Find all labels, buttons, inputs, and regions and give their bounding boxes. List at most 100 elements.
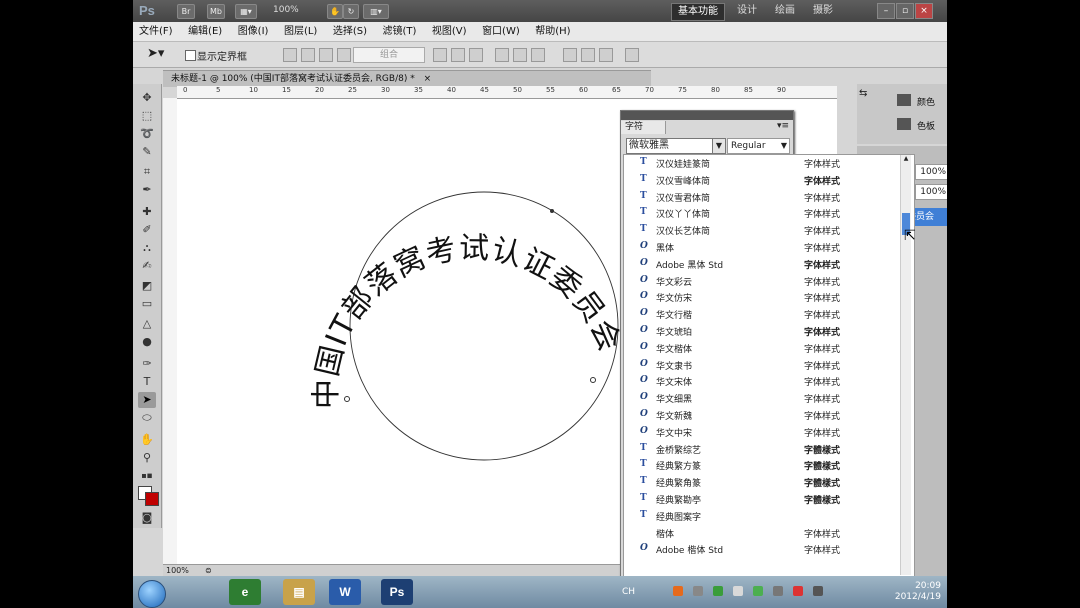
font-list-item[interactable]: O 华文行楷 字体样式 xyxy=(624,308,894,324)
tray-icon[interactable] xyxy=(713,586,723,596)
path-selection-tool-icon[interactable]: ➤ xyxy=(138,392,156,408)
path-anchor[interactable] xyxy=(550,209,554,213)
dodge-tool-icon[interactable]: ● xyxy=(138,334,156,350)
font-list-item[interactable]: O 华文隶书 字体样式 xyxy=(624,359,894,375)
font-list-item[interactable]: O 华文彩云 字体样式 xyxy=(624,275,894,291)
align-icon[interactable] xyxy=(301,48,315,62)
mini-bridge-button[interactable]: Mb xyxy=(207,4,225,19)
show-bounds-checkbox[interactable] xyxy=(185,50,196,61)
color-panel-label[interactable]: 颜色 xyxy=(917,95,935,108)
color-panel-icon[interactable] xyxy=(897,94,911,106)
font-list-item[interactable]: O 华文楷体 字体样式 xyxy=(624,342,894,358)
font-list-item[interactable]: O 华文新魏 字体样式 xyxy=(624,409,894,425)
eraser-tool-icon[interactable]: ◩ xyxy=(138,278,156,294)
font-style-select[interactable]: Regular ▼ xyxy=(727,138,790,154)
background-color-swatch[interactable] xyxy=(145,492,159,506)
vertical-ruler[interactable] xyxy=(163,98,178,564)
font-list-item[interactable]: O 华文细黑 字体样式 xyxy=(624,392,894,408)
curved-text[interactable]: 中国IT部落窝考试认证委员会 xyxy=(309,231,627,409)
align-bottom-icon[interactable] xyxy=(531,48,545,62)
distribute-icon[interactable] xyxy=(563,48,577,62)
menu-window[interactable]: 窗口(W) xyxy=(476,22,526,41)
font-list-item[interactable]: O Adobe 楷体 Std 字体样式 xyxy=(624,543,894,559)
font-list-scrollbar[interactable]: ▲ xyxy=(900,155,911,575)
menu-select[interactable]: 选择(S) xyxy=(327,22,373,41)
chevron-down-icon[interactable]: ▼ xyxy=(712,139,725,153)
healing-brush-tool-icon[interactable]: ✚ xyxy=(138,204,156,220)
panel-menu-icon[interactable]: ▾≡ xyxy=(777,121,789,131)
font-list-item[interactable]: O 华文中宋 字体样式 xyxy=(624,426,894,442)
font-list-item[interactable]: T 经典图案字 xyxy=(624,510,894,526)
move-tool-icon[interactable]: ✥ xyxy=(138,90,156,106)
history-brush-tool-icon[interactable]: ✍ xyxy=(138,258,156,274)
blur-tool-icon[interactable]: △ xyxy=(138,316,156,332)
align-top-icon[interactable] xyxy=(495,48,509,62)
move-tool-preset-icon[interactable]: ➤▾ xyxy=(147,46,164,61)
font-list-item[interactable]: T 汉仪雪君体简 字体样式 xyxy=(624,191,894,207)
font-list-item[interactable]: T 汉仪娃娃篆简 字体样式 xyxy=(624,157,894,173)
swatches-panel-icon[interactable] xyxy=(897,118,911,130)
maximize-icon[interactable]: ▫ xyxy=(896,3,914,19)
input-method-icon[interactable] xyxy=(673,586,683,596)
align-left-icon[interactable] xyxy=(433,48,447,62)
menu-edit[interactable]: 编辑(E) xyxy=(182,22,228,41)
tray-icon[interactable] xyxy=(793,586,803,596)
font-list-item[interactable]: O 黑体 字体样式 xyxy=(624,241,894,257)
zoom-level[interactable]: 100% xyxy=(273,5,299,15)
align-middle-icon[interactable] xyxy=(513,48,527,62)
font-list-item[interactable]: O 华文仿宋 字体样式 xyxy=(624,291,894,307)
path-anchor[interactable] xyxy=(344,396,350,402)
opacity-field[interactable]: 100% xyxy=(915,164,947,180)
rotate-view-button[interactable]: ↻ xyxy=(343,4,359,19)
clock[interactable]: 20:09 2012/4/19 xyxy=(895,581,941,603)
eyedropper-tool-icon[interactable]: ✒ xyxy=(138,182,156,198)
workspace-design[interactable]: 设计 xyxy=(731,3,763,19)
path-anchor[interactable] xyxy=(590,377,596,383)
explorer-taskbar-button[interactable]: ▤ xyxy=(283,579,315,605)
language-indicator[interactable]: CH xyxy=(622,587,635,597)
marquee-tool-icon[interactable]: ⬚ xyxy=(138,108,156,124)
workspace-essentials[interactable]: 基本功能 xyxy=(671,3,725,21)
horizontal-ruler[interactable]: 0 5 10 15 20 25 30 35 40 45 50 55 60 65 70 75 80 85 90 xyxy=(177,86,837,99)
arrange-documents-button[interactable]: ▥▾ xyxy=(363,4,389,19)
ie-taskbar-button[interactable]: e xyxy=(229,579,261,605)
align-icon[interactable] xyxy=(283,48,297,62)
font-list-item[interactable]: O Adobe 黑体 Std 字体样式 xyxy=(624,258,894,274)
menu-view[interactable]: 视图(V) xyxy=(426,22,473,41)
character-tab[interactable]: 字符 xyxy=(621,121,666,134)
align-icon[interactable] xyxy=(319,48,333,62)
menu-filter[interactable]: 滤镜(T) xyxy=(376,22,422,41)
font-list-item[interactable]: O 华文琥珀 字体样式 xyxy=(624,325,894,341)
font-list-item[interactable]: T 汉仪雪峰体简 字体样式 xyxy=(624,174,894,190)
crop-tool-icon[interactable]: ⌗ xyxy=(138,164,156,180)
document-tab[interactable]: 未标题-1 @ 100% (中国IT部落窝考试认证委员会, RGB/8) * × xyxy=(163,70,651,87)
tray-icon[interactable] xyxy=(733,586,743,596)
menu-help[interactable]: 帮助(H) xyxy=(529,22,576,41)
bridge-button[interactable]: Br xyxy=(177,4,195,19)
brush-tool-icon[interactable]: ✐ xyxy=(138,222,156,238)
clone-stamp-tool-icon[interactable]: ⛬ xyxy=(138,240,156,256)
font-list-item[interactable]: T 金桥繁综艺 字體樣式 xyxy=(624,443,894,459)
menu-image[interactable]: 图像(I) xyxy=(232,22,275,41)
shape-tool-icon[interactable]: ⬭ xyxy=(138,410,156,426)
shield-icon[interactable] xyxy=(753,586,763,596)
panel-collapse-icon[interactable]: ⇆ xyxy=(859,88,873,102)
scroll-up-icon[interactable]: ▲ xyxy=(902,155,910,165)
font-list-item[interactable]: T 汉仪长艺体简 字体样式 xyxy=(624,224,894,240)
view-extras-button[interactable]: ▦▾ xyxy=(235,4,257,19)
workspace-painting[interactable]: 绘画 xyxy=(769,3,801,19)
pen-tool-icon[interactable]: ✑ xyxy=(138,356,156,372)
hand-tool-button[interactable]: ✋ xyxy=(327,4,343,19)
fill-field[interactable]: 100% xyxy=(915,184,947,200)
font-list-item[interactable]: T 经典繁勘亭 字體樣式 xyxy=(624,493,894,509)
align-center-icon[interactable] xyxy=(451,48,465,62)
volume-icon[interactable] xyxy=(813,586,823,596)
network-icon[interactable] xyxy=(773,586,783,596)
tray-icon[interactable] xyxy=(693,586,703,596)
hand-tool-icon[interactable]: ✋ xyxy=(138,432,156,448)
gradient-tool-icon[interactable]: ▭ xyxy=(138,296,156,312)
close-icon[interactable]: × xyxy=(915,3,933,19)
font-list-item[interactable]: T 经典繁角篆 字體樣式 xyxy=(624,476,894,492)
workspace-photography[interactable]: 摄影 xyxy=(807,3,839,19)
combine-button[interactable]: 组合 xyxy=(353,47,425,63)
